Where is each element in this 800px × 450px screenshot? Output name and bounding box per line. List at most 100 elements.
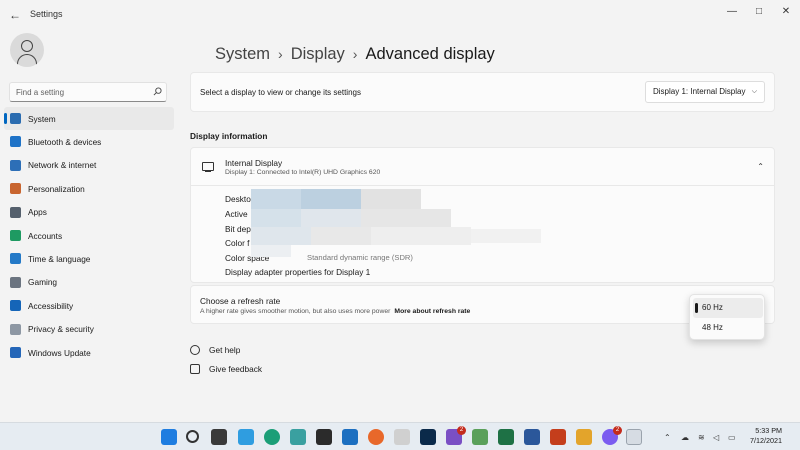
sidebar-item-label: Time & language	[28, 254, 91, 265]
refresh-rate-option-48hz[interactable]: 48 Hz	[693, 318, 763, 338]
powerpoint-icon[interactable]	[550, 429, 566, 445]
breadcrumb-separator: ›	[352, 46, 358, 62]
sidebar-item-label: Gaming	[28, 277, 58, 288]
excel-icon[interactable]	[498, 429, 514, 445]
redacted-region	[251, 189, 551, 259]
app-icon[interactable]	[394, 429, 410, 445]
info-row: Color f	[225, 238, 249, 248]
store-icon[interactable]	[316, 429, 332, 445]
minimize-button[interactable]: —	[722, 4, 742, 20]
sidebar-item-system[interactable]: System	[4, 107, 174, 131]
info-row-label: Active	[225, 209, 248, 219]
update-icon	[10, 346, 21, 358]
files-icon[interactable]	[576, 429, 592, 445]
display-name: Internal Display	[225, 158, 283, 168]
notification-badge: 2	[457, 426, 466, 435]
notes-icon[interactable]	[472, 429, 488, 445]
close-button[interactable]: ✕	[776, 4, 796, 20]
sidebar-item-accessibility[interactable]: Accessibility	[4, 294, 174, 317]
search-icon[interactable]	[186, 430, 199, 443]
breadcrumb-separator: ›	[278, 46, 283, 62]
get-help-label: Get help	[209, 345, 241, 355]
breadcrumb: System › Display › Advanced display	[215, 45, 495, 64]
refresh-rate-dropdown-menu: 60 Hz 48 Hz	[689, 294, 765, 340]
info-row: Active	[225, 209, 248, 219]
mail-icon[interactable]	[342, 429, 358, 445]
taskbar: 2 2 ⌃ ☁ ≋ ◁ ▭ 5:33 PM 7/12/2021	[0, 422, 800, 450]
refresh-rate-card: Choose a refresh rate A higher rate give…	[190, 285, 775, 324]
user-head-icon	[21, 40, 33, 52]
widgets-icon[interactable]	[238, 429, 254, 445]
adapter-properties-link[interactable]: Display adapter properties for Display 1	[225, 267, 370, 277]
sidebar-item-bluetooth-devices[interactable]: Bluetooth & devices	[4, 130, 174, 153]
sidebar-item-windows-update[interactable]: Windows Update	[4, 341, 174, 364]
sidebar-item-gaming[interactable]: Gaming	[4, 271, 174, 294]
sidebar-item-label: System	[28, 113, 56, 124]
sidebar-item-accounts[interactable]: Accounts	[4, 224, 174, 247]
task-view-icon[interactable]	[211, 429, 227, 445]
sidebar-item-label: Personalization	[28, 183, 85, 194]
shield-icon	[10, 323, 21, 335]
clock-time: 5:33 PM	[755, 426, 782, 435]
clock[interactable]: 5:33 PM 7/12/2021	[742, 426, 782, 446]
get-help-link[interactable]: Get help	[190, 345, 240, 355]
help-icon	[190, 345, 200, 355]
refresh-rate-text: A higher rate gives smoother motion, but…	[200, 308, 391, 315]
network-icon	[10, 159, 21, 171]
start-icon[interactable]	[161, 429, 177, 445]
display-dropdown[interactable]: Display 1: Internal Display ⌵	[645, 81, 765, 103]
sidebar-item-privacy-security[interactable]: Privacy & security	[4, 318, 174, 341]
user-body-icon	[17, 54, 37, 67]
chevron-up-icon[interactable]: ⌃	[664, 433, 671, 442]
word-icon[interactable]	[524, 429, 540, 445]
title-bar: ← Settings — □ ✕	[0, 0, 800, 30]
apps-icon	[10, 206, 21, 218]
messenger-icon[interactable]: 2	[602, 426, 622, 445]
display-info-card: Internal Display Display 1: Connected to…	[190, 147, 775, 283]
controller-icon	[10, 276, 21, 288]
sidebar-item-label: Windows Update	[28, 347, 91, 358]
info-row-label: Deskto	[225, 194, 251, 204]
sidebar-item-network-internet[interactable]: Network & internet	[4, 154, 174, 177]
sidebar-item-label: Bluetooth & devices	[28, 137, 102, 148]
sidebar-item-apps[interactable]: Apps	[4, 201, 174, 224]
sidebar-item-personalization[interactable]: Personalization	[4, 177, 174, 200]
page-title: Advanced display	[365, 45, 495, 63]
more-about-refresh-rate-link[interactable]: More about refresh rate	[394, 308, 470, 315]
display-select-card: Select a display to view or change its s…	[190, 72, 775, 112]
section-title: Display information	[190, 131, 268, 141]
sidebar-item-time-language[interactable]: Time & language	[4, 247, 174, 270]
cloud-icon[interactable]: ☁	[681, 433, 689, 442]
system-icon	[10, 113, 21, 124]
refresh-rate-option-60hz[interactable]: 60 Hz	[693, 298, 763, 318]
display-dropdown-value: Display 1: Internal Display	[653, 87, 746, 96]
info-row: Bit dep	[225, 224, 251, 234]
feedback-icon	[190, 364, 200, 374]
battery-icon[interactable]: ▭	[728, 433, 736, 442]
back-button[interactable]: ←	[6, 6, 24, 24]
settings-gear-icon[interactable]	[626, 429, 642, 445]
give-feedback-link[interactable]: Give feedback	[190, 364, 262, 374]
display-info-header[interactable]: Internal Display Display 1: Connected to…	[191, 148, 774, 186]
firefox-icon[interactable]	[368, 429, 384, 445]
breadcrumb-display[interactable]: Display	[291, 45, 345, 63]
refresh-rate-title: Choose a refresh rate	[200, 296, 281, 306]
app-title: Settings	[30, 9, 63, 19]
search-icon[interactable]	[153, 87, 162, 96]
search-input[interactable]	[9, 82, 167, 102]
maximize-button[interactable]: □	[749, 4, 769, 20]
brush-icon	[10, 183, 21, 195]
avatar[interactable]	[10, 33, 44, 67]
app-icon[interactable]	[290, 429, 306, 445]
volume-icon[interactable]: ◁	[713, 433, 719, 442]
chevron-up-icon[interactable]: ⌃	[757, 162, 764, 171]
photoshop-icon[interactable]	[420, 429, 436, 445]
edge-icon[interactable]	[264, 429, 280, 445]
news-icon[interactable]: 2	[446, 426, 466, 445]
display-select-prompt: Select a display to view or change its s…	[200, 88, 361, 97]
breadcrumb-system[interactable]: System	[215, 45, 270, 63]
wifi-icon[interactable]: ≋	[698, 433, 705, 442]
info-row: Deskto	[225, 194, 251, 204]
display-connection: Display 1: Connected to Intel(R) UHD Gra…	[225, 169, 381, 176]
info-row-label: Bit dep	[225, 224, 251, 234]
